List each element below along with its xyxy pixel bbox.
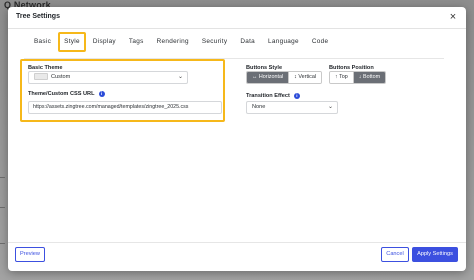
basic-theme-value-text: Custom [51,74,71,80]
transition-effect-select[interactable]: None ⌄ [246,101,338,114]
info-icon[interactable]: i [293,93,300,99]
buttons-style-horizontal[interactable]: ↔ Horizontal [247,72,289,83]
tab-language[interactable]: Language [262,32,305,52]
theme-swatch-icon [34,73,48,81]
preview-button[interactable]: Preview [15,247,45,262]
buttons-position-bottom[interactable]: ↓ Bottom [352,72,386,83]
basic-theme-select[interactable]: Custom ⌄ [28,71,188,84]
cancel-button[interactable]: Cancel [381,247,409,262]
css-url-input[interactable]: https://assets.zingtree.com/managed/temp… [28,101,222,114]
modal-title: Tree Settings [16,13,60,20]
close-icon[interactable]: × [446,10,460,24]
css-url-label: Theme/Custom CSS URL i [28,91,105,97]
chevron-down-icon: ⌄ [327,104,333,110]
buttons-style-toggle: ↔ Horizontal ↕ Vertical [246,71,323,84]
apply-settings-button[interactable]: Apply Settings [412,247,458,262]
transition-effect-label: Transition Effect i [246,93,300,99]
buttons-style-vertical[interactable]: ↕ Vertical [288,72,322,83]
css-url-label-text: Theme/Custom CSS URL [28,91,95,97]
background-divider [0,243,5,244]
info-icon[interactable]: i [98,91,105,97]
modal-header: Tree Settings × [8,7,466,29]
buttons-position-toggle: ↑ Top ↓ Bottom [329,71,387,84]
chevron-down-icon: ⌄ [177,74,183,80]
tab-security[interactable]: Security [196,32,234,52]
tree-settings-modal: Tree Settings × Basic Style Display Tags… [8,7,466,271]
buttons-position-top[interactable]: ↑ Top [330,72,353,83]
footer-divider [8,242,466,243]
background-divider [0,177,5,178]
basic-theme-value: Custom [34,72,70,83]
tab-style[interactable]: Style [58,32,86,52]
tab-display[interactable]: Display [87,32,122,52]
tab-basic[interactable]: Basic [28,32,57,52]
tab-tags[interactable]: Tags [123,32,150,52]
background-divider [0,207,5,208]
settings-tabs: Basic Style Display Tags Rendering Secur… [28,32,335,58]
transition-effect-value: None [252,104,266,110]
tab-rendering[interactable]: Rendering [151,32,195,52]
tab-data[interactable]: Data [234,32,261,52]
transition-effect-label-text: Transition Effect [246,93,290,99]
tab-code[interactable]: Code [306,32,334,52]
